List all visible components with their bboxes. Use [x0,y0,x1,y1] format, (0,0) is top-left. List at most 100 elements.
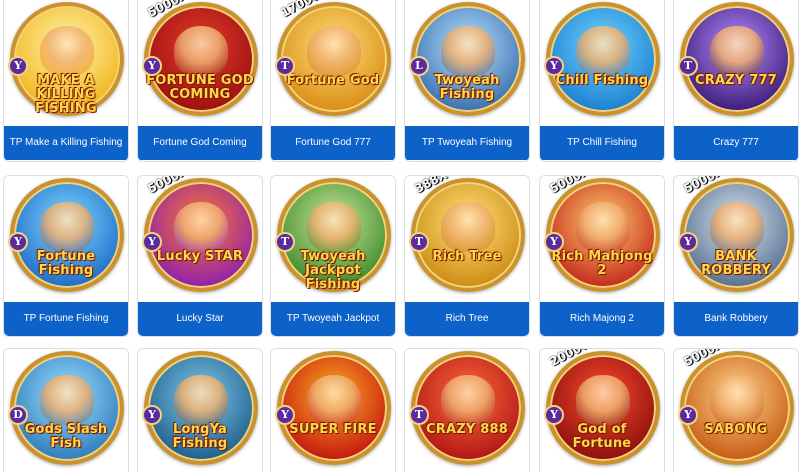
game-title[interactable]: TP Twoyeah Fishing [405,126,529,160]
game-thumbnail[interactable]: 5000X SABONG Y [674,349,798,472]
game-card[interactable]: 388X Rich Tree T Rich Tree [404,175,530,337]
game-logo: Fortune God [286,73,380,88]
game-card[interactable]: 5000X BANK ROBBERY Y Bank Robbery [673,175,799,337]
game-card[interactable]: LongYa Fishing Y [137,348,263,472]
game-card[interactable]: CRAZY 888 T [404,348,530,472]
game-thumbnail[interactable]: Twoyeah Fishing L [405,0,529,126]
provider-badge-icon: L [409,56,429,76]
game-card[interactable]: 5000X FORTUNE GOD COMING Y Fortune God Comi… [137,0,263,162]
character-artwork [710,375,764,425]
game-card[interactable]: Gods Slash Fish D [3,348,129,472]
game-thumbnail[interactable]: SUPER FIRE Y [271,349,395,472]
game-title[interactable]: TP Fortune Fishing [4,302,128,336]
character-artwork [307,26,361,76]
game-thumbnail[interactable]: 5000X Rich Mahjong 2Y [540,176,664,302]
game-title[interactable]: Crazy 777 [674,126,798,160]
character-artwork [441,202,495,252]
game-thumbnail[interactable]: Gods Slash Fish D [4,349,128,472]
provider-badge-icon: T [678,56,698,76]
game-logo: Gods Slash Fish [24,422,108,451]
game-logo: CRAZY 888 [426,422,508,437]
provider-badge-icon: Y [8,56,28,76]
character-artwork [576,26,630,76]
provider-badge-icon: D [8,405,28,425]
game-card[interactable]: Twoyeah Fishing L TP Twoyeah Fishing [404,0,530,162]
game-thumbnail[interactable]: CRAZY 888 T [405,349,529,472]
character-artwork [174,375,228,425]
game-thumbnail[interactable]: Twoyeah Jackpot Fishing T [271,176,395,302]
game-thumbnail[interactable]: 5000X Lucky STAR Y [138,176,262,302]
game-logo: Lucky STAR [156,249,244,264]
provider-badge-icon: Y [544,405,564,425]
game-thumbnail[interactable]: Fortune Fishing Y [4,176,128,302]
game-thumbnail[interactable]: 20000XGod of FortuneY [540,349,664,472]
game-thumbnail[interactable]: 5000X BANK ROBBERY Y [674,176,798,302]
character-artwork [576,375,630,425]
game-card[interactable]: Chill Fishing Y TP Chill Fishing [539,0,665,162]
provider-badge-icon: Y [544,232,564,252]
game-thumbnail[interactable]: 17000XFortune GodT [271,0,395,126]
provider-badge-icon: T [409,405,429,425]
provider-badge-icon: T [275,232,295,252]
game-grid: MAKE A KILLING FISHING Y TP Make a Killing… [0,0,800,472]
provider-badge-icon: T [275,56,295,76]
provider-badge-icon: Y [678,232,698,252]
game-title[interactable]: TP Make a Killing Fishing [4,126,128,160]
character-artwork [40,375,94,425]
provider-badge-icon: Y [8,232,28,252]
game-logo: MAKE A KILLING FISHING [35,73,97,116]
game-card[interactable]: 5000X Lucky STAR Y Lucky Star [137,175,263,337]
provider-badge-icon: Y [678,405,698,425]
game-title[interactable]: Bank Robbery [674,302,798,336]
game-thumbnail[interactable]: MAKE A KILLING FISHING Y [4,0,128,126]
game-thumbnail[interactable]: CRAZY 777 T [674,0,798,126]
provider-badge-icon: Y [142,405,162,425]
provider-badge-icon: Y [142,56,162,76]
game-card[interactable]: 17000XFortune GodTFortune God 777 [270,0,396,162]
game-logo: Rich Mahjong 2 [551,249,653,278]
game-logo: SABONG [704,422,768,437]
character-artwork [40,202,94,252]
character-artwork [710,202,764,252]
game-card[interactable]: Twoyeah Jackpot Fishing T TP Twoyeah Jackp… [270,175,396,337]
game-card[interactable]: 20000XGod of FortuneY [539,348,665,472]
character-artwork [307,375,361,425]
game-logo: LongYa Fishing [172,422,228,451]
game-title[interactable]: Rich Majong 2 [540,302,664,336]
game-card[interactable]: CRAZY 777 T Crazy 777 [673,0,799,162]
character-artwork [441,375,495,425]
character-artwork [307,202,361,252]
game-card[interactable]: Fortune Fishing Y TP Fortune Fishing [3,175,129,337]
game-title[interactable]: TP Twoyeah Jackpot [271,302,395,336]
game-logo: Chill Fishing [555,73,649,88]
game-logo: Twoyeah Jackpot Fishing [300,249,366,292]
character-artwork [441,26,495,76]
provider-badge-icon: Y [544,56,564,76]
provider-badge-icon: Y [142,232,162,252]
game-logo: SUPER FIRE [289,422,377,437]
game-title[interactable]: Lucky Star [138,302,262,336]
game-logo: Twoyeah Fishing [434,73,500,102]
game-title[interactable]: Fortune God 777 [271,126,395,160]
character-artwork [710,26,764,76]
game-thumbnail[interactable]: LongYa Fishing Y [138,349,262,472]
game-logo: God of Fortune [572,422,632,451]
game-title[interactable]: Rich Tree [405,302,529,336]
game-title[interactable]: Fortune God Coming [138,126,262,160]
game-logo: Fortune Fishing [36,249,96,278]
game-card[interactable]: 5000X SABONG Y [673,348,799,472]
character-artwork [576,202,630,252]
game-thumbnail[interactable]: 5000X FORTUNE GOD COMING Y [138,0,262,126]
provider-badge-icon: T [409,232,429,252]
game-logo: Rich Tree [432,249,502,264]
provider-badge-icon: Y [275,405,295,425]
game-thumbnail[interactable]: 388X Rich Tree T [405,176,529,302]
game-thumbnail[interactable]: Chill Fishing Y [540,0,664,126]
game-logo: BANK ROBBERY [701,249,771,278]
character-artwork [40,26,94,76]
character-artwork [174,202,228,252]
game-card[interactable]: 5000X Rich Mahjong 2 Y Rich Majong 2 [539,175,665,337]
game-title[interactable]: TP Chill Fishing [540,126,664,160]
game-card[interactable]: SUPER FIRE Y [270,348,396,472]
game-card[interactable]: MAKE A KILLING FISHING Y TP Make a Killing… [3,0,129,162]
